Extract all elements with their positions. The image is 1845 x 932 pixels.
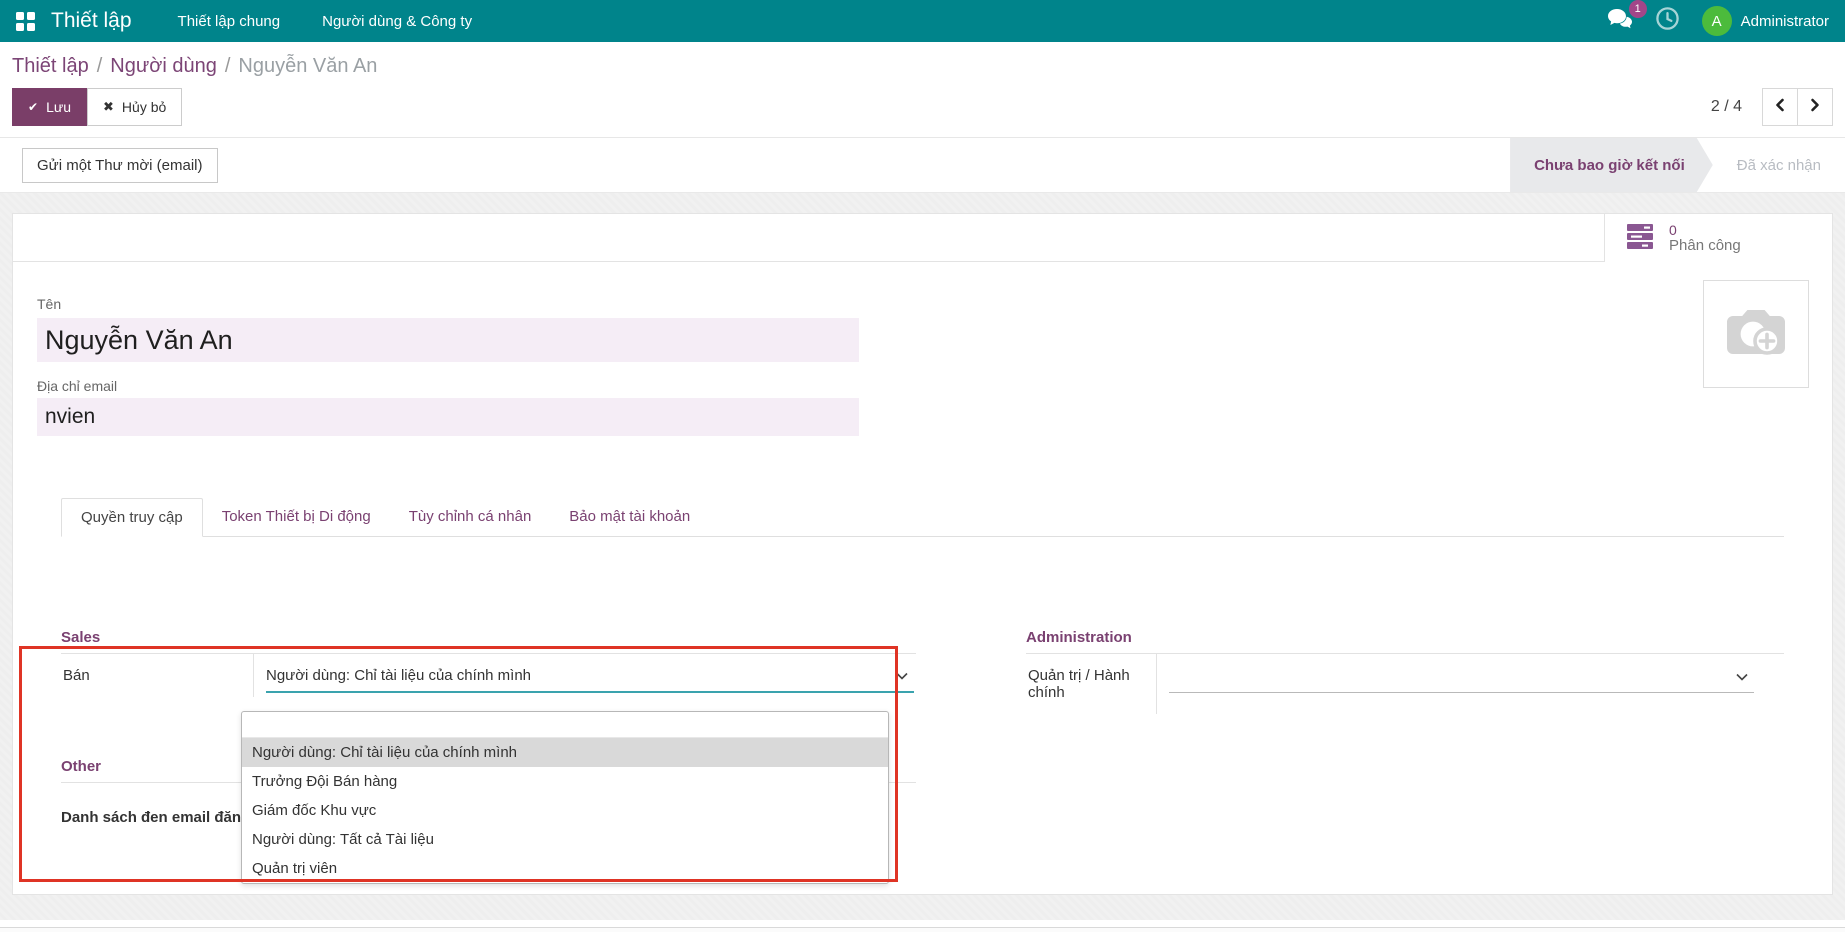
dropdown-option-all-documents[interactable]: Người dùng: Tất cả Tài liệu bbox=[242, 825, 888, 854]
send-invitation-button[interactable]: Gửi một Thư mời (email) bbox=[22, 148, 218, 183]
tab-mobile-token[interactable]: Token Thiết bị Di động bbox=[203, 498, 390, 536]
chat-bubbles-icon bbox=[1607, 17, 1633, 34]
sales-section: Sales Bán Người dùng: Chỉ tài liệu của c… bbox=[61, 629, 916, 714]
tab-preferences[interactable]: Tùy chỉnh cá nhân bbox=[390, 498, 551, 536]
pager-value: 2 / 4 bbox=[1711, 98, 1742, 116]
email-input[interactable] bbox=[37, 398, 859, 436]
dropdown-option-administrator[interactable]: Quản trị viên bbox=[242, 854, 888, 883]
chevron-right-icon bbox=[1809, 98, 1821, 117]
dropdown-option-blank[interactable] bbox=[242, 712, 888, 738]
status-confirmed[interactable]: Đã xác nhận bbox=[1713, 138, 1845, 192]
tab-access-rights[interactable]: Quyền truy cập bbox=[61, 498, 203, 537]
control-panel: Thiết lập / Người dùng / Nguyễn Văn An ✔ Lưu… bbox=[0, 42, 1845, 126]
user-avatar: A bbox=[1702, 6, 1732, 36]
page-background: 0 Phân công Tên Địa chỉ email bbox=[0, 193, 1845, 920]
notebook-tabs: Quyền truy cập Token Thiết bị Di động Tù… bbox=[61, 498, 1784, 537]
footer-strip bbox=[0, 927, 1845, 932]
email-blacklist-label: Danh sách đen email đăng bbox=[61, 809, 267, 826]
assignments-stat-button[interactable]: 0 Phân công bbox=[1604, 214, 1832, 262]
statusbar-row: Gửi một Thư mời (email) Chưa bao giờ kết… bbox=[0, 137, 1845, 193]
activities-button[interactable] bbox=[1655, 6, 1680, 36]
apps-menu-icon[interactable] bbox=[16, 12, 35, 31]
chevron-down-icon bbox=[1736, 668, 1748, 685]
discard-button[interactable]: ✖ Hủy bỏ bbox=[87, 88, 182, 126]
administration-section-title: Administration bbox=[1026, 629, 1784, 654]
email-field-label: Địa chỉ email bbox=[37, 378, 1808, 394]
breadcrumb-separator: / bbox=[225, 55, 231, 77]
app-title[interactable]: Thiết lập bbox=[51, 9, 132, 33]
check-icon: ✔ bbox=[28, 100, 38, 114]
chevron-left-icon bbox=[1774, 98, 1786, 117]
tasks-icon bbox=[1625, 221, 1655, 256]
messages-badge: 1 bbox=[1629, 0, 1647, 18]
chevron-down-icon bbox=[896, 667, 908, 684]
pager-next-button[interactable] bbox=[1797, 88, 1833, 126]
profile-image-placeholder[interactable] bbox=[1703, 280, 1809, 388]
top-navbar: Thiết lập Thiết lập chung Người dùng & C… bbox=[0, 0, 1845, 42]
dropdown-option-regional-manager[interactable]: Giám đốc Khu vực bbox=[242, 796, 888, 825]
name-input[interactable] bbox=[37, 318, 859, 362]
administration-field-label: Quản trị / Hành chính bbox=[1026, 654, 1157, 714]
breadcrumb-current-record: Nguyễn Văn An bbox=[238, 55, 377, 77]
sales-permission-dropdown: Người dùng: Chỉ tài liệu của chính mình … bbox=[241, 711, 889, 884]
nav-menu-users-companies[interactable]: Người dùng & Công ty bbox=[322, 13, 472, 30]
nav-menu-general-settings[interactable]: Thiết lập chung bbox=[178, 13, 281, 30]
form-sheet: 0 Phân công Tên Địa chỉ email bbox=[12, 213, 1833, 895]
status-never-connected[interactable]: Chưa bao giờ kết nối bbox=[1510, 138, 1713, 192]
breadcrumb-separator: / bbox=[97, 55, 103, 77]
sales-section-title: Sales bbox=[61, 629, 916, 654]
breadcrumb-users[interactable]: Người dùng bbox=[110, 55, 217, 77]
button-row: ✔ Lưu ✖ Hủy bỏ 2 / 4 bbox=[12, 88, 1833, 126]
messages-button[interactable]: 1 bbox=[1607, 8, 1633, 35]
dropdown-option-own-documents[interactable]: Người dùng: Chỉ tài liệu của chính mình bbox=[242, 738, 888, 767]
user-menu[interactable]: A Administrator bbox=[1702, 6, 1829, 36]
statusbar: Chưa bao giờ kết nối Đã xác nhận bbox=[1510, 138, 1845, 192]
administration-permission-select[interactable] bbox=[1169, 667, 1754, 693]
sales-field-label: Bán bbox=[61, 654, 254, 697]
tab-account-security[interactable]: Bảo mật tài khoản bbox=[550, 498, 709, 536]
sales-permission-select[interactable]: Người dùng: Chỉ tài liệu của chính mình bbox=[266, 667, 914, 693]
camera-plus-icon bbox=[1720, 302, 1792, 367]
clock-icon bbox=[1655, 18, 1680, 35]
breadcrumb-settings[interactable]: Thiết lập bbox=[12, 55, 89, 77]
sheet-button-box: 0 Phân công bbox=[13, 214, 1832, 262]
pager: 2 / 4 bbox=[1711, 88, 1833, 126]
dropdown-option-team-leader[interactable]: Trưởng Đội Bán hàng bbox=[242, 767, 888, 796]
administration-section: Administration Quản trị / Hành chính bbox=[1026, 629, 1784, 714]
pager-previous-button[interactable] bbox=[1762, 88, 1798, 126]
user-name: Administrator bbox=[1741, 13, 1829, 30]
name-field-label: Tên bbox=[37, 296, 61, 312]
breadcrumb: Thiết lập / Người dùng / Nguyễn Văn An bbox=[12, 54, 1833, 78]
x-icon: ✖ bbox=[103, 99, 114, 115]
stat-label: Phân công bbox=[1669, 238, 1741, 254]
save-button[interactable]: ✔ Lưu bbox=[12, 88, 87, 126]
stat-value: 0 bbox=[1669, 222, 1741, 238]
